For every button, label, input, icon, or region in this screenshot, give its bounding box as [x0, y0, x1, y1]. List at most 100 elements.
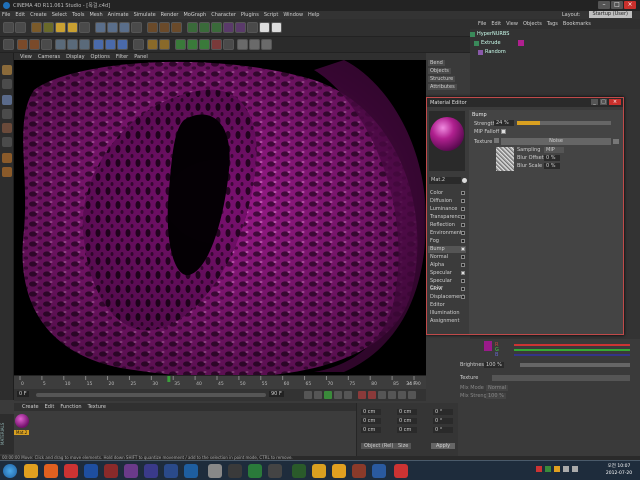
- step-forward-icon[interactable]: [334, 391, 342, 399]
- obj-menu-tags[interactable]: Tags: [547, 21, 558, 27]
- red-channel-slider[interactable]: [514, 344, 630, 346]
- deformer-icon[interactable]: [235, 22, 246, 33]
- channel-reflection[interactable]: Reflection: [428, 222, 466, 229]
- channel-transparency[interactable]: Transparency: [428, 214, 466, 221]
- noise-texture-thumbnail[interactable]: [496, 147, 514, 171]
- channel-luminance[interactable]: Luminance: [428, 206, 466, 213]
- material-name-reset-icon[interactable]: [462, 178, 467, 183]
- z-axis-icon[interactable]: [119, 22, 130, 33]
- menu-create[interactable]: Create: [30, 12, 47, 18]
- firefox-taskbar-icon[interactable]: [44, 464, 58, 478]
- brightness-field[interactable]: 100 %: [484, 362, 504, 368]
- object-mode-icon[interactable]: [105, 39, 116, 50]
- points-mode-icon[interactable]: [55, 39, 66, 50]
- floor-icon[interactable]: [261, 39, 272, 50]
- texture-axis-icon[interactable]: [2, 109, 12, 119]
- knife-icon[interactable]: [17, 39, 28, 50]
- size-dropdown[interactable]: Size: [395, 443, 412, 449]
- menu-render[interactable]: Render: [161, 12, 179, 18]
- app-taskbar-icon-10[interactable]: [352, 464, 366, 478]
- fire-icon[interactable]: [2, 167, 12, 177]
- menu-window[interactable]: Window: [283, 12, 303, 18]
- coord-size-y[interactable]: 0 cm: [397, 418, 417, 424]
- mat-menu-create[interactable]: Create: [22, 404, 39, 410]
- material-tag-icon[interactable]: [518, 40, 524, 46]
- mix-mode-dropdown[interactable]: Normal: [486, 385, 509, 391]
- menu-edit[interactable]: Edit: [15, 12, 25, 18]
- channel-diffusion-checkbox[interactable]: [461, 199, 465, 203]
- render-region-icon[interactable]: [159, 22, 170, 33]
- end-frame-field[interactable]: 90 F: [269, 391, 284, 397]
- go-to-end-icon[interactable]: [344, 391, 352, 399]
- channel-diffusion[interactable]: Diffusion: [428, 198, 466, 205]
- sky-icon[interactable]: [237, 39, 248, 50]
- camera-icon[interactable]: [259, 22, 270, 33]
- obj-menu-edit[interactable]: Edit: [491, 21, 501, 27]
- app-taskbar-icon-5[interactable]: [228, 464, 242, 478]
- viewport-menu-options[interactable]: Options: [91, 54, 110, 60]
- record-icon[interactable]: [358, 391, 366, 399]
- blur-scale-field[interactable]: 0 %: [544, 163, 560, 169]
- channel-color-checkbox[interactable]: [461, 191, 465, 195]
- iron-icon[interactable]: [2, 153, 12, 163]
- channel-reflection-checkbox[interactable]: [461, 223, 465, 227]
- undo-icon[interactable]: [3, 22, 14, 33]
- viewport-menu-panel[interactable]: Panel: [134, 54, 148, 60]
- mat-menu-edit[interactable]: Edit: [45, 404, 55, 410]
- extrude-icon[interactable]: [29, 39, 40, 50]
- network-icon[interactable]: [572, 466, 578, 472]
- viewport-menu-view[interactable]: View: [20, 54, 32, 60]
- channel-specular-checkbox[interactable]: [461, 271, 465, 275]
- me-minimize-button[interactable]: _: [591, 99, 598, 105]
- app-taskbar-icon-2[interactable]: [104, 464, 118, 478]
- coordinate-system-icon[interactable]: [131, 22, 142, 33]
- timeline-ruler[interactable]: 0 5 10 15 20 25 30 35 40 45 50 55 60 65 70 75 80 85 90 34 F: [14, 375, 426, 389]
- utorrent-taskbar-icon[interactable]: [292, 464, 306, 478]
- minimize-button[interactable]: –: [598, 1, 610, 9]
- mat-menu-function[interactable]: Function: [60, 404, 81, 410]
- texture-mode-icon[interactable]: [117, 39, 128, 50]
- cube-icon[interactable]: [187, 22, 198, 33]
- scale-icon[interactable]: [55, 22, 66, 33]
- side-tab-bend[interactable]: Bend: [428, 60, 445, 66]
- channel-displacement-checkbox[interactable]: [461, 295, 465, 299]
- strength-slider[interactable]: [517, 121, 611, 125]
- coord-rotation-b[interactable]: 0 °: [433, 427, 453, 433]
- channel-normal[interactable]: Normal: [428, 254, 466, 261]
- coord-size-x[interactable]: 0 cm: [397, 409, 417, 415]
- cloner-icon[interactable]: [223, 39, 234, 50]
- app-taskbar-icon-1[interactable]: [64, 464, 78, 478]
- app-taskbar-icon-8[interactable]: [312, 464, 326, 478]
- channel-normal-checkbox[interactable]: [461, 255, 465, 259]
- y-axis-icon[interactable]: [107, 22, 118, 33]
- close-button[interactable]: ×: [624, 1, 636, 9]
- obj-menu-objects[interactable]: Objects: [523, 21, 542, 27]
- side-tab-structure[interactable]: Structure: [428, 76, 456, 82]
- bodypaint-icon[interactable]: [199, 39, 210, 50]
- viewport-menu-display[interactable]: Display: [66, 54, 84, 60]
- green-channel-slider[interactable]: [514, 349, 630, 351]
- channel-illumination[interactable]: Illumination: [428, 310, 466, 317]
- mat-menu-texture[interactable]: Texture: [88, 404, 106, 410]
- brush-select-icon[interactable]: [2, 65, 12, 75]
- channel-glow[interactable]: Glow: [428, 286, 466, 293]
- workplane-icon[interactable]: [147, 39, 158, 50]
- material-editor-titlebar[interactable]: Material Editor _ □ ×: [427, 98, 623, 107]
- x-axis-icon[interactable]: [95, 22, 106, 33]
- object-row-hypernurbs[interactable]: HyperNURBS: [470, 31, 570, 38]
- environment-icon[interactable]: [249, 39, 260, 50]
- channel-environment[interactable]: Environment: [428, 230, 466, 237]
- menu-animate[interactable]: Animate: [108, 12, 129, 18]
- coord-rotation-h[interactable]: 0 °: [433, 409, 453, 415]
- channel-fog-checkbox[interactable]: [461, 239, 465, 243]
- live-selection-icon[interactable]: [31, 22, 42, 33]
- mip-falloff-checkbox[interactable]: [501, 129, 506, 134]
- object-row-random[interactable]: Random: [478, 49, 578, 56]
- channel-bump[interactable]: Bump: [428, 246, 466, 253]
- pdf-taskbar-icon[interactable]: [394, 464, 408, 478]
- channel-specular-color[interactable]: Specular Color: [428, 278, 466, 291]
- step-back-icon[interactable]: [314, 391, 322, 399]
- frame-range-slider[interactable]: [36, 393, 266, 397]
- app-taskbar-icon-4[interactable]: [208, 464, 222, 478]
- menu-simulate[interactable]: Simulate: [134, 12, 156, 18]
